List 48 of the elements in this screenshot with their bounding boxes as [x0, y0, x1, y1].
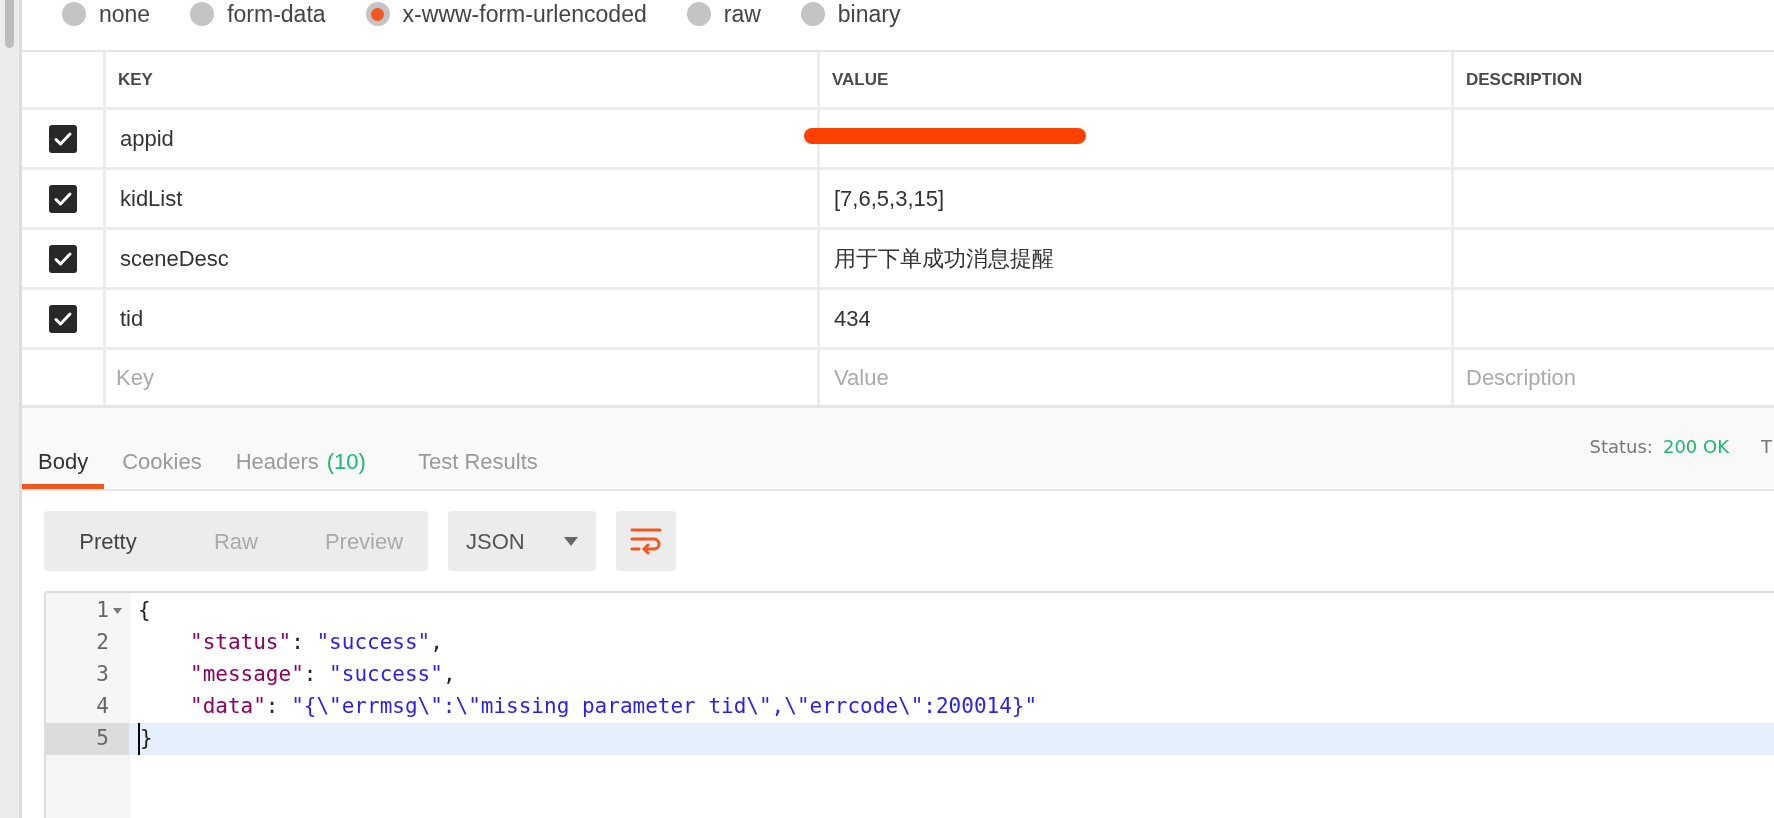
code-line: }	[138, 723, 153, 755]
column-header: VALUE	[832, 68, 889, 91]
line-number: 1	[96, 597, 109, 625]
key-text: sceneDesc	[120, 245, 229, 273]
line-number: 4	[96, 693, 109, 721]
line-number: 5	[96, 725, 109, 753]
line-number: 2	[96, 629, 109, 657]
caret-icon	[564, 536, 578, 546]
fold-caret-icon[interactable]	[112, 608, 122, 614]
wrap-lines-icon	[630, 527, 662, 555]
checkbox[interactable]	[48, 184, 77, 213]
radio-option[interactable]: x-www-form-urlencoded	[365, 0, 647, 32]
radio-button[interactable]	[800, 2, 825, 26]
radio-option[interactable]: form-data	[190, 0, 326, 32]
radio-button[interactable]	[686, 2, 711, 26]
radio-option[interactable]: none	[62, 0, 151, 32]
status-label: Status:	[1589, 435, 1653, 459]
checkbox[interactable]	[48, 124, 77, 153]
checkbox[interactable]	[48, 304, 77, 333]
column-header: KEY	[118, 68, 153, 91]
radio-button[interactable]	[190, 2, 215, 26]
value-text: 434	[834, 305, 871, 333]
key-text: appid	[120, 125, 174, 153]
format-dropdown[interactable]: JSON	[448, 511, 596, 571]
line-number: 3	[96, 661, 109, 689]
time-label: T	[1761, 435, 1773, 459]
radio-button[interactable]	[365, 2, 390, 26]
description-field[interactable]: Description	[1466, 361, 1774, 394]
radio-option[interactable]: binary	[800, 0, 901, 32]
scrollbar[interactable]	[0, 0, 22, 818]
view-mode-button[interactable]: Pretty	[44, 511, 172, 571]
column-header: DESCRIPTION	[1466, 68, 1583, 91]
code-line: "status": "success",	[189, 629, 443, 657]
wrap-button[interactable]	[616, 511, 676, 571]
radio-option[interactable]: raw	[686, 0, 761, 32]
key-text: kidList	[120, 185, 183, 213]
radio-button[interactable]	[62, 2, 86, 26]
value-text: [7,6,5,3,15]	[834, 185, 945, 213]
value-text: 用于下单成功消息提醒	[834, 245, 1054, 273]
checkbox[interactable]	[48, 244, 77, 273]
code-line: "data": "{\"errmsg\":\"missing parameter tid\",\"errcode\":200014}"	[189, 693, 1038, 721]
response-tab[interactable]: Body	[22, 439, 105, 489]
value-field[interactable]: Value	[834, 361, 1451, 394]
code-line: "message": "success",	[189, 661, 456, 689]
key-field[interactable]: Key	[116, 361, 817, 394]
status-value: 200 OK	[1662, 435, 1729, 459]
code-line: {	[138, 597, 151, 625]
key-text: tid	[120, 305, 144, 333]
